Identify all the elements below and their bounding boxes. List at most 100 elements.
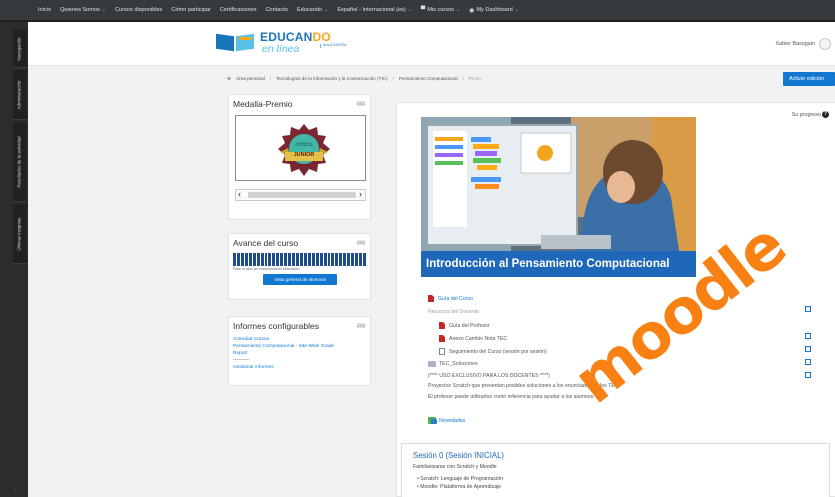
- manage-reports-link[interactable]: Gestionar informes: [233, 365, 274, 370]
- activity-label: TEC_Soluciones: [439, 361, 478, 367]
- nav-item[interactable]: Español - Internacional (es) ⌄: [337, 7, 412, 13]
- section-bullet: • Scratch: Lenguaje de Programación: [417, 476, 504, 482]
- progress-note: Pasar el ratón por encima para ver infor…: [233, 267, 300, 271]
- report-link[interactable]: Actividad Cursos: [233, 337, 269, 342]
- progress-segment[interactable]: [319, 253, 323, 266]
- dashboard-icon: ◉: [469, 7, 475, 14]
- drawer-tab-insignias[interactable]: Últimas insignias: [13, 204, 27, 264]
- pdf-icon: [439, 335, 445, 342]
- progress-segment[interactable]: [296, 253, 299, 266]
- progress-segment[interactable]: [236, 253, 240, 266]
- course-activity: Recursos del Docente: [428, 309, 479, 315]
- drawer-tab-administracion[interactable]: Administración: [13, 70, 27, 120]
- breadcrumb-item[interactable]: Pensamiento Computacional: [399, 76, 458, 82]
- breadcrumb: ⚙ Área personal / Tecnologías de la Infor…: [227, 76, 482, 82]
- course-activity[interactable]: TEC_Soluciones: [428, 361, 478, 367]
- breadcrumb-item[interactable]: Área personal: [236, 76, 265, 82]
- chevron-down-icon: ⌄: [514, 7, 519, 13]
- course-activity[interactable]: Guía del Profesor: [439, 322, 490, 329]
- progress-segment[interactable]: [362, 253, 366, 266]
- nav-item[interactable]: Cómo participar: [171, 7, 210, 13]
- block-actions-icon[interactable]: ▤▤: [357, 240, 366, 246]
- medal-label: JUNIOR: [293, 152, 315, 158]
- scroll-indicator: ◦: [14, 488, 17, 494]
- report-link[interactable]: Report: [233, 351, 247, 356]
- progress-segment[interactable]: [307, 253, 311, 266]
- nav-item[interactable]: Cursos disponibles: [115, 7, 162, 13]
- nav-item[interactable]: Quienes Somos ⌄: [60, 7, 106, 13]
- block-drawer: Navegación Administración Resultados de …: [0, 22, 28, 497]
- completion-checkbox[interactable]: [805, 346, 811, 352]
- nav-item[interactable]: ◉ My Dashboard ⌄: [469, 7, 519, 14]
- nav-item[interactable]: Contacto: [266, 7, 288, 13]
- progress-segment[interactable]: [347, 253, 351, 266]
- progress-segment[interactable]: [272, 253, 276, 266]
- completion-checkbox[interactable]: [805, 372, 811, 378]
- medal-image: JUNIOR PENSAMIENTO COMPUTACIONAL: [235, 115, 366, 181]
- progress-segment[interactable]: [331, 253, 335, 266]
- nav-item-label: Cómo participar: [171, 7, 211, 13]
- completion-checkbox[interactable]: [805, 359, 811, 365]
- progress-segment[interactable]: [323, 253, 327, 266]
- progress-segment[interactable]: [240, 253, 244, 266]
- section-title[interactable]: Sesión 0 (Sesión INICIAL): [413, 451, 504, 460]
- medal-icon: [278, 124, 330, 176]
- progress-segment[interactable]: [315, 253, 319, 266]
- progress-segment[interactable]: [327, 253, 331, 266]
- progress-segment[interactable]: [276, 253, 280, 266]
- help-icon[interactable]: ?: [822, 111, 829, 118]
- progress-segment[interactable]: [303, 253, 307, 266]
- progress-segment[interactable]: [351, 253, 355, 266]
- progress-segment[interactable]: [288, 253, 292, 266]
- medal-carousel[interactable]: ‹ ›: [235, 189, 366, 201]
- progress-segment[interactable]: [260, 253, 264, 266]
- block-course-progress: Avance del curso ▤▤ Pasar el ratón por e…: [228, 233, 371, 300]
- progress-segment[interactable]: [268, 253, 272, 266]
- progress-segment[interactable]: [339, 253, 343, 266]
- chevron-right-icon[interactable]: ›: [359, 189, 362, 199]
- block-actions-icon[interactable]: ▤▤: [357, 323, 366, 329]
- chevron-left-icon[interactable]: ‹: [238, 189, 241, 199]
- page-icon: [439, 348, 445, 355]
- progress-segment[interactable]: [335, 253, 339, 266]
- course-activity[interactable]: Anexo Cambio Nota TEC: [439, 335, 507, 342]
- progress-segment[interactable]: [244, 253, 248, 266]
- progress-segment[interactable]: [252, 253, 256, 266]
- completion-checkbox[interactable]: [805, 333, 811, 339]
- nav-item-label: My Dashboard: [476, 7, 513, 13]
- report-link[interactable]: Pensamiento Computacional - Site-Wide Gr…: [233, 344, 334, 349]
- user-name: Xabier Basogain: [775, 41, 815, 47]
- course-activity[interactable]: Seguimiento del Curso (sesión por sesión…: [439, 348, 547, 355]
- progress-segment[interactable]: [311, 253, 315, 266]
- block-actions-icon[interactable]: ▤▤: [357, 101, 366, 107]
- progress-segment[interactable]: [264, 253, 268, 266]
- site-logo[interactable]: EDUCANDO en línea AULA DIGITAL: [216, 28, 354, 58]
- nav-item[interactable]: Inicio: [38, 7, 51, 13]
- drawer-tab-navegacion[interactable]: Navegación: [13, 30, 27, 68]
- progress-segment[interactable]: [299, 253, 303, 266]
- drawer-tab-label: Resultados de la actividad: [16, 135, 22, 188]
- progress-segment[interactable]: [355, 253, 358, 266]
- progress-segment[interactable]: [343, 253, 347, 266]
- progress-segment[interactable]: [233, 253, 236, 266]
- user-menu[interactable]: Xabier Basogain: [775, 38, 831, 50]
- progress-segment[interactable]: [292, 253, 295, 266]
- progress-segment[interactable]: [280, 253, 284, 266]
- completion-checkbox[interactable]: [805, 306, 811, 312]
- course-activity[interactable]: Novedades: [428, 417, 465, 424]
- nav-item[interactable]: Educando ⌄: [297, 7, 328, 13]
- progress-segment[interactable]: [359, 253, 362, 266]
- course-activity[interactable]: Guía del Curso: [428, 295, 473, 302]
- edit-mode-button[interactable]: Activar edición: [783, 72, 835, 86]
- progress-bar[interactable]: [233, 253, 366, 266]
- progress-segment[interactable]: [256, 253, 260, 266]
- nav-item[interactable]: Certificaciones: [220, 7, 257, 13]
- nav-item-label: Certificaciones: [219, 7, 257, 13]
- breadcrumb-item[interactable]: Tecnologías de la Información y la Comun…: [276, 76, 388, 82]
- students-overview-button[interactable]: Vista general de alumnos: [263, 274, 337, 285]
- drawer-tab-resultados[interactable]: Resultados de la actividad: [13, 122, 27, 202]
- nav-item[interactable]: ▀ Mis cursos ⌄: [421, 7, 460, 13]
- progress-segment[interactable]: [284, 253, 288, 266]
- activity-label: (**** USO EXCLUSIVO PARA LOS DOCENTES **…: [428, 373, 550, 379]
- progress-segment[interactable]: [248, 253, 252, 266]
